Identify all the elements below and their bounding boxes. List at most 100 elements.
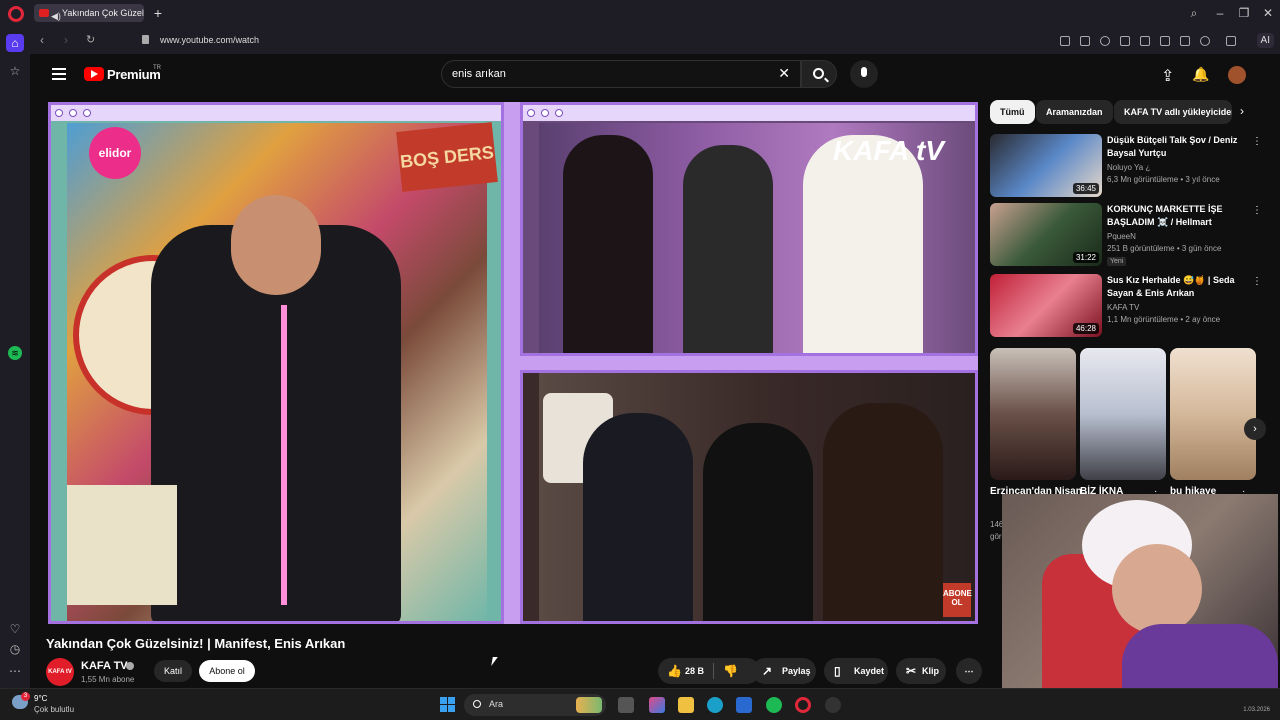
new-tab-button[interactable]: + xyxy=(150,5,166,21)
back-icon[interactable]: ‹ xyxy=(40,33,44,47)
short-thumbnail[interactable] xyxy=(1080,348,1166,480)
recommendation-title[interactable]: Sus Kız Herhalde 😅🍯 | Seda Sayan & Enis … xyxy=(1107,274,1247,300)
account-avatar[interactable] xyxy=(1228,66,1246,84)
camera-icon[interactable] xyxy=(1080,36,1090,46)
chip-all[interactable]: Tümü xyxy=(990,100,1035,124)
recommendation-channel[interactable]: PqueeN xyxy=(1107,232,1136,241)
video-panel-top-right: KAFA tV xyxy=(520,102,978,356)
subscribe-button[interactable]: Abone ol xyxy=(199,660,255,682)
short-thumbnail[interactable] xyxy=(1170,348,1256,480)
menu-icon[interactable] xyxy=(1180,36,1190,46)
more-actions-button[interactable]: ⋯ xyxy=(956,658,982,684)
recommendation-channel[interactable]: KAFA TV xyxy=(1107,303,1139,312)
extension-icon[interactable] xyxy=(1226,36,1236,46)
taskbar-search[interactable]: Ara xyxy=(464,694,606,716)
star-icon[interactable]: ☆ xyxy=(8,64,22,78)
jacket-zipper-stripe xyxy=(281,305,287,605)
short-thumbnail[interactable] xyxy=(990,348,1076,480)
file-explorer-icon[interactable] xyxy=(678,697,694,713)
home-icon[interactable]: ⌂ xyxy=(6,34,24,52)
clear-search-icon[interactable]: ✕ xyxy=(778,65,790,82)
lock-icon xyxy=(142,35,149,44)
obs-icon[interactable] xyxy=(825,697,841,713)
video-thumbnail[interactable]: 31:22 xyxy=(990,203,1102,266)
more-options-icon[interactable]: ⋮ xyxy=(1252,136,1262,147)
more-options-icon[interactable]: ⋮ xyxy=(1252,276,1262,287)
like-count[interactable]: 28 B xyxy=(685,658,704,684)
voice-search-icon[interactable] xyxy=(850,60,878,88)
edge-icon[interactable] xyxy=(707,697,723,713)
save-button[interactable]: ▯ Kaydet xyxy=(824,658,888,684)
chevron-right-icon[interactable]: › xyxy=(1244,418,1266,440)
channel-name[interactable]: KAFA TV xyxy=(81,660,128,672)
search-button[interactable] xyxy=(801,60,837,88)
recommendation-channel[interactable]: Noluyo Ya ¿ xyxy=(1107,163,1150,172)
maximize-button[interactable]: ❐ xyxy=(1236,6,1252,20)
task-view-icon[interactable] xyxy=(618,697,634,713)
minimize-button[interactable]: – xyxy=(1212,6,1228,20)
share-icon: ↗ xyxy=(762,664,773,678)
more-options-icon[interactable]: ⋮ xyxy=(1252,205,1262,216)
webcam-overlay xyxy=(1002,494,1278,688)
speaker-icon[interactable]: ◀) xyxy=(51,7,61,22)
menu-icon[interactable] xyxy=(52,68,66,80)
notifications-icon[interactable]: 🔔 xyxy=(1192,66,1209,83)
bosders-sticker: BOŞ DERS xyxy=(396,122,498,192)
reload-icon[interactable]: ↻ xyxy=(86,33,95,46)
recommendation-title[interactable]: KORKUNÇ MARKETTE İŞE BAŞLADIM ☠️ / Hellm… xyxy=(1107,203,1247,229)
more-icon[interactable]: ⋯ xyxy=(8,664,22,678)
play-icon[interactable] xyxy=(1120,36,1130,46)
youtube-logo-icon[interactable] xyxy=(84,67,104,81)
search-icon xyxy=(473,700,481,708)
guest-bluehair xyxy=(583,413,693,621)
copilot-icon[interactable] xyxy=(649,697,665,713)
join-button[interactable]: Katıl xyxy=(154,660,192,682)
share-button[interactable]: ↗ Paylaş xyxy=(752,658,816,684)
recommendation-meta: 1,1 Mn görüntüleme • 2 ay önce xyxy=(1107,315,1221,324)
close-window-button[interactable]: ✕ xyxy=(1260,6,1276,20)
opera-icon[interactable] xyxy=(795,697,811,713)
profile-icon[interactable] xyxy=(1200,36,1210,46)
recommendation-title[interactable]: Düşük Bütçeli Talk Şov / Deniz Baysal Yu… xyxy=(1107,134,1247,160)
opera-logo-icon[interactable] xyxy=(8,6,24,22)
recommendation-item[interactable]: 31:22 KORKUNÇ MARKETTE İŞE BAŞLADIM ☠️ /… xyxy=(990,203,1262,267)
url-field[interactable]: www.youtube.com/watch xyxy=(160,35,259,45)
upload-icon[interactable]: ⇪ xyxy=(1161,66,1174,86)
forward-icon[interactable]: › xyxy=(64,33,68,47)
chevron-right-icon[interactable]: › xyxy=(1240,104,1244,118)
subscriber-count: 1,55 Mn abone xyxy=(81,675,135,684)
clip-label: Klip xyxy=(922,666,939,676)
recommendation-item[interactable]: 36:45 Düşük Bütçeli Talk Şov / Deniz Bay… xyxy=(990,134,1262,198)
search-input[interactable]: enis arıkan ✕ xyxy=(441,60,801,88)
new-badge: Yeni xyxy=(1107,257,1127,266)
ai-button[interactable]: AI xyxy=(1256,33,1274,48)
video-player[interactable]: elidor BOŞ DERS KAFA tV ABONE OL xyxy=(48,102,978,624)
retro-computer-poster xyxy=(67,485,177,605)
edit-icon[interactable] xyxy=(1060,36,1070,46)
download-icon[interactable] xyxy=(1160,36,1170,46)
heart-icon[interactable]: ♡ xyxy=(8,622,22,636)
history-icon[interactable]: ◷ xyxy=(8,642,22,656)
search-tabs-icon[interactable]: ⌕ xyxy=(1186,6,1202,21)
temperature: 9°C xyxy=(34,694,48,703)
chip-kafa-tv[interactable]: KAFA TV adlı yükleyiciden xyxy=(1114,100,1232,124)
browser-tab[interactable]: ◀) Yakından Çok Güzelsin xyxy=(34,4,144,22)
search-icon xyxy=(813,68,824,79)
heart-icon[interactable] xyxy=(1140,36,1150,46)
video-thumbnail[interactable]: 36:45 xyxy=(990,134,1102,197)
scissors-icon: ✂ xyxy=(906,664,917,678)
clip-button[interactable]: ✂ Klip xyxy=(896,658,946,684)
channel-avatar[interactable]: KAFA tV xyxy=(46,658,74,686)
recommendation-item[interactable]: 46:28 Sus Kız Herhalde 😅🍯 | Seda Sayan &… xyxy=(990,274,1262,338)
spotify-icon[interactable] xyxy=(766,697,782,713)
start-button[interactable] xyxy=(440,697,456,713)
streamer-shirt xyxy=(1122,624,1278,688)
shield-icon[interactable] xyxy=(1100,36,1110,46)
chip-from-search[interactable]: Aramanızdan xyxy=(1036,100,1113,124)
store-icon[interactable] xyxy=(736,697,752,713)
like-icon[interactable]: 👍 xyxy=(667,658,682,684)
dislike-icon[interactable]: 👎 xyxy=(723,658,738,684)
spotify-icon[interactable]: ≋ xyxy=(8,346,22,360)
video-thumbnail[interactable]: 46:28 xyxy=(990,274,1102,337)
window-bar xyxy=(523,105,975,121)
